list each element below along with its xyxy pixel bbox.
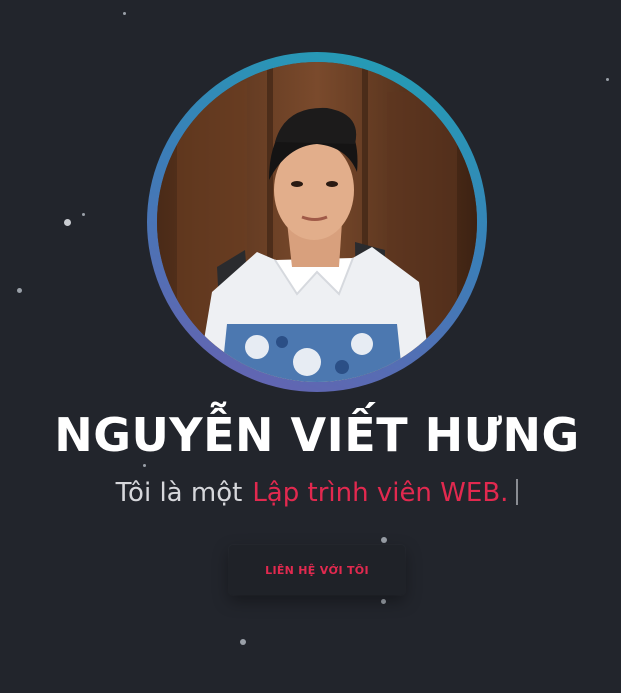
hero-section: NGUYỄN VIẾT HƯNG Tôi là một Lập trình viê… bbox=[0, 0, 621, 693]
particle bbox=[240, 639, 246, 645]
particle bbox=[64, 219, 71, 226]
contact-me-button[interactable]: LIÊN HỆ VỚI TÔI bbox=[229, 545, 405, 595]
particle bbox=[143, 464, 146, 467]
profile-photo bbox=[157, 62, 477, 382]
particle bbox=[123, 12, 126, 15]
avatar bbox=[157, 62, 477, 382]
tagline: Tôi là một Lập trình viên WEB. bbox=[0, 478, 621, 508]
particle bbox=[381, 599, 386, 604]
profile-name: NGUYỄN VIẾT HƯNG bbox=[54, 408, 580, 462]
tagline-intro: Tôi là một bbox=[115, 478, 243, 508]
particle bbox=[17, 288, 22, 293]
avatar-ring bbox=[147, 52, 487, 392]
typing-cursor bbox=[516, 479, 519, 505]
particle bbox=[606, 78, 609, 81]
particle bbox=[82, 213, 85, 216]
tagline-role: Lập trình viên WEB. bbox=[252, 478, 509, 508]
particle bbox=[381, 537, 387, 543]
